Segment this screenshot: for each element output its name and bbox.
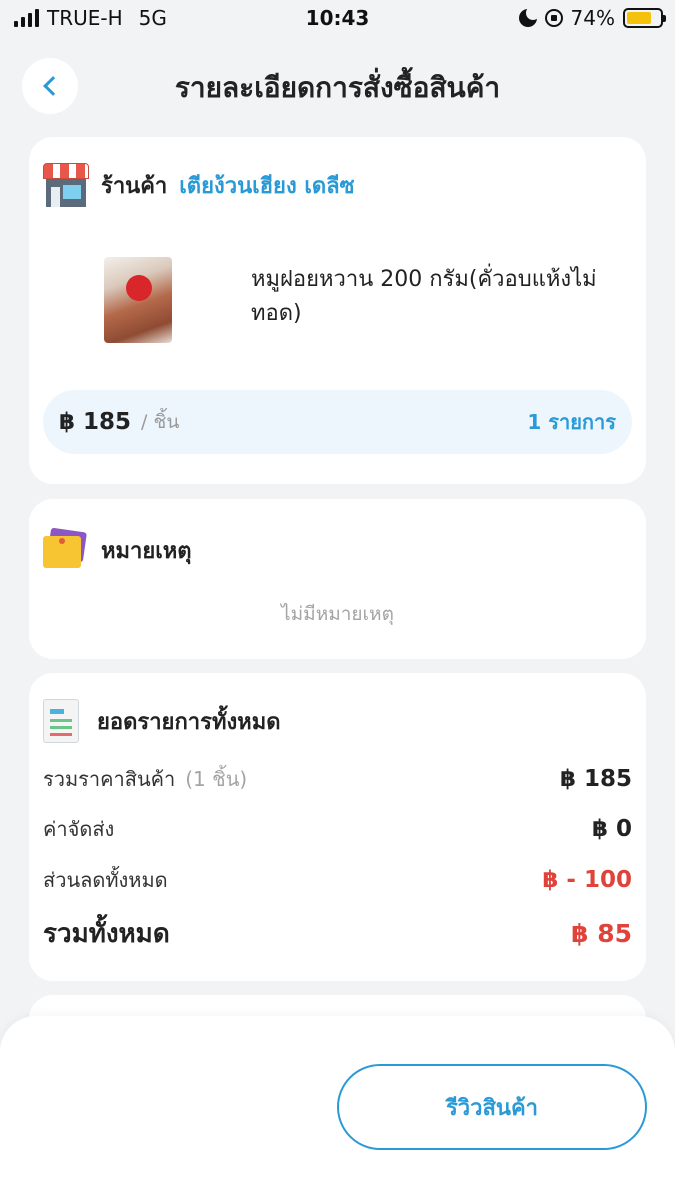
status-right: 74% bbox=[518, 6, 666, 30]
summary-header: ยอดรายการทั้งหมด bbox=[43, 699, 280, 743]
item-quantity: 1 รายการ bbox=[527, 410, 616, 434]
note-title: หมายเหตุ bbox=[101, 538, 192, 564]
product-name[interactable]: หมูฝอยหวาน 200 กรัม(คั่วอบแห้งไม่ทอด) bbox=[251, 263, 636, 331]
total-label: รวมทั้งหมด bbox=[43, 919, 170, 949]
product-image[interactable] bbox=[104, 257, 172, 343]
page-header: รายละเอียดการสั่งซื้อสินค้า bbox=[0, 50, 675, 122]
status-bar: TRUE-H 5G 10:43 74% bbox=[0, 0, 675, 38]
page-title: รายละเอียดการสั่งซื้อสินค้า bbox=[174, 71, 501, 104]
sticky-note-icon bbox=[43, 527, 87, 570]
subtotal-value: ฿ 185 bbox=[559, 766, 632, 792]
price-unit: / ชิ้น bbox=[141, 411, 180, 433]
store-name-link[interactable]: เตียง้วนเฮียง เดลีซ bbox=[179, 168, 354, 203]
total-row: รวมทั้งหมด ฿ 85 bbox=[43, 913, 632, 954]
discount-row: ส่วนลดทั้งหมด ฿ - 100 bbox=[43, 864, 632, 896]
shipping-label: ค่าจัดส่ง bbox=[43, 817, 115, 841]
subtotal-count: (1 ชิ้น) bbox=[185, 767, 248, 791]
bottom-action-bar: รีวิวสินค้า bbox=[0, 1016, 675, 1200]
store-icon bbox=[43, 163, 89, 207]
document-icon bbox=[43, 699, 79, 743]
order-summary-card: ยอดรายการทั้งหมด รวมราคาสินค้า (1 ชิ้น) … bbox=[29, 673, 646, 981]
store-label: ร้านค้า bbox=[101, 173, 168, 199]
total-value: ฿ 85 bbox=[571, 919, 632, 948]
product-price: ฿ 185 bbox=[59, 409, 132, 435]
note-header: หมายเหตุ bbox=[43, 527, 192, 570]
note-empty-text: ไม่มีหมายเหตุ bbox=[281, 603, 394, 625]
moon-icon bbox=[518, 6, 540, 27]
review-product-button[interactable]: รีวิวสินค้า bbox=[337, 1064, 647, 1150]
store-row: ร้านค้า เตียง้วนเฮียง เดลีซ bbox=[43, 163, 355, 207]
note-card: หมายเหตุ ไม่มีหมายเหตุ bbox=[29, 499, 646, 659]
shipping-row: ค่าจัดส่ง ฿ 0 bbox=[43, 813, 632, 845]
battery-icon bbox=[623, 8, 666, 28]
order-item-card: ร้านค้า เตียง้วนเฮียง เดลีซ หมูฝอยหวาน 2… bbox=[29, 137, 646, 484]
summary-title: ยอดรายการทั้งหมด bbox=[97, 709, 281, 735]
shipping-value: ฿ 0 bbox=[591, 816, 632, 842]
battery-percent: 74% bbox=[570, 6, 615, 30]
subtotal-row: รวมราคาสินค้า (1 ชิ้น) ฿ 185 bbox=[43, 763, 632, 795]
discount-label: ส่วนลดทั้งหมด bbox=[43, 868, 168, 892]
price-bar: ฿ 185 / ชิ้น 1 รายการ bbox=[43, 390, 632, 454]
subtotal-label: รวมราคาสินค้า bbox=[43, 767, 176, 791]
rotation-lock-icon bbox=[544, 9, 563, 27]
discount-value: ฿ - 100 bbox=[542, 867, 632, 893]
